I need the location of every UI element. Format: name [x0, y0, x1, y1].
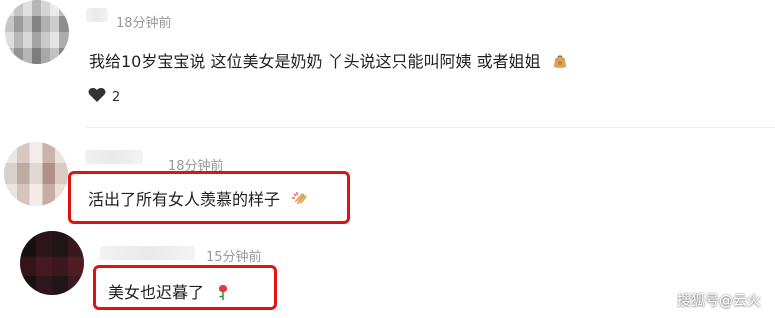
like-count: 2 [112, 89, 121, 105]
heart-icon [88, 87, 106, 107]
avatar[interactable] [5, 0, 69, 64]
watermark: 搜狐号@云火 [677, 293, 761, 309]
comment-text: 活出了所有女人羡慕的样子 [88, 186, 309, 212]
username-blurred[interactable] [100, 246, 195, 260]
comment-text: 美女也迟暮了 [108, 279, 231, 305]
avatar[interactable] [20, 231, 84, 295]
comment-text-content: 活出了所有女人羡慕的样子 [88, 190, 281, 209]
timestamp: 15分钟前 [206, 250, 262, 265]
comment-text-content: 美女也迟暮了 [108, 283, 205, 302]
username-blurred[interactable] [86, 8, 108, 22]
bag-icon [552, 53, 568, 73]
like-button[interactable]: 2 [88, 87, 120, 107]
avatar[interactable] [4, 142, 68, 206]
timestamp: 18分钟前 [116, 16, 172, 31]
divider [86, 127, 775, 128]
username-blurred[interactable] [85, 150, 143, 164]
comment-text-content: 我给10岁宝宝说 这位美女是奶奶 丫头说这只能叫阿姨 或者姐姐 [89, 52, 541, 71]
rose-icon [215, 283, 231, 305]
clap-icon [291, 190, 309, 212]
comment-text: 我给10岁宝宝说 这位美女是奶奶 丫头说这只能叫阿姨 或者姐姐 [89, 48, 568, 73]
